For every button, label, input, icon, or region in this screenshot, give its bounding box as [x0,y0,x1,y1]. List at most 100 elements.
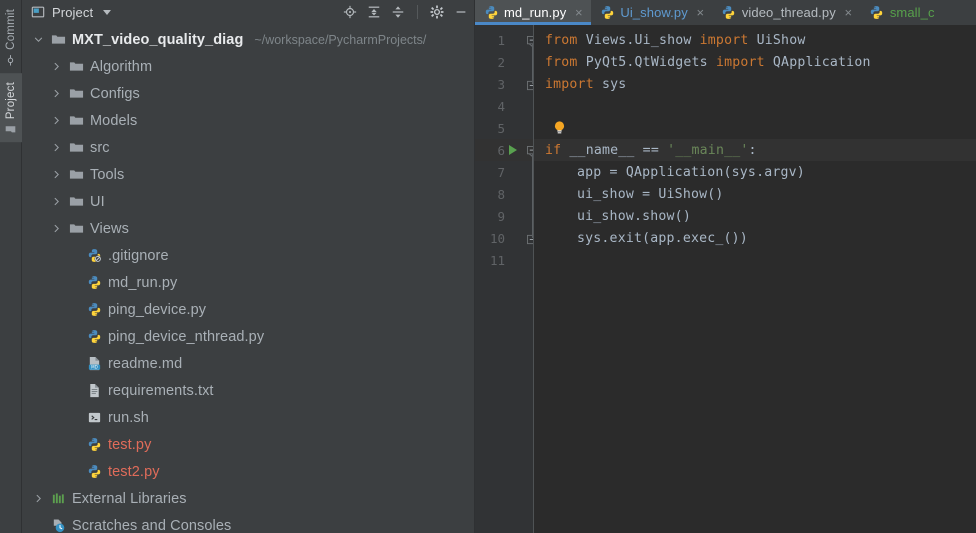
gutter-row[interactable]: 3 [475,73,538,95]
code-token: import [715,54,765,70]
run-line-icon[interactable] [509,145,517,155]
tree-row-external-libraries[interactable]: External Libraries [22,485,474,512]
gutter-row[interactable]: 9 [475,205,534,227]
code-line[interactable] [534,249,976,271]
hide-icon[interactable] [452,3,470,21]
settings-gear-icon[interactable] [428,3,446,21]
tree-row-tools[interactable]: Tools [22,161,474,188]
code-line[interactable]: from PyQt5.QtWidgets import QApplication [534,51,976,73]
gutter-row[interactable]: 10 [475,227,538,249]
rail-item-project[interactable]: Project [0,72,22,143]
select-opened-file-icon[interactable] [341,3,359,21]
chevron-right-icon[interactable] [50,88,62,100]
editor-tab-label: md_run.py [504,5,567,20]
gutter-row[interactable]: 8 [475,183,534,205]
folder-icon [68,167,84,183]
gutter-row[interactable]: 6 [475,139,538,161]
tree-row-models[interactable]: Models [22,107,474,134]
code-token: UiShow [748,32,806,48]
folder-icon [68,113,84,129]
code-token: PyQt5.QtWidgets [577,54,716,70]
code-line[interactable] [534,95,976,117]
code-line[interactable]: from Views.Ui_show import UiShow [534,29,976,51]
tree-row-label: ping_device.py [108,301,207,318]
editor-tab-md_run-py[interactable]: md_run.py × [475,0,592,25]
tree-row-label: Algorithm [90,58,153,75]
code-token: ui_show.show() [577,208,691,224]
code-line[interactable]: app = QApplication(sys.argv) [534,161,976,183]
chevron-down-icon[interactable] [103,9,112,15]
code-token: from [545,32,578,48]
code-line[interactable]: sys.exit(app.exec_()) [534,227,976,249]
code-line[interactable]: ui_show.show() [534,205,976,227]
tree-row-ui[interactable]: UI [22,188,474,215]
line-number: 11 [489,252,505,268]
gutter-row[interactable]: 5 [475,117,534,139]
chevron-down-icon[interactable] [32,34,44,46]
chevron-right-icon[interactable] [32,493,44,505]
close-icon[interactable]: × [695,6,706,19]
tree-row-gitignore[interactable]: .gitignore [22,242,474,269]
tree-row-run-sh[interactable]: run.sh [22,404,474,431]
code-line[interactable]: if __name__ == '__main__': [534,139,976,161]
gutter-row[interactable]: 4 [475,95,534,117]
code-editor[interactable]: 1 2 3 4 5 6 7 8 9 10 11 from Views.Ui_show import … [475,25,976,533]
chevron-right-icon[interactable] [50,196,62,208]
project-tree[interactable]: MXT_video_quality_diag ~/workspace/Pychar… [22,24,474,533]
close-icon[interactable]: × [573,6,584,19]
tree-row-test-py[interactable]: test.py [22,431,474,458]
chevron-right-icon[interactable] [50,169,62,181]
gutter-row[interactable]: 11 [475,249,534,271]
code-line[interactable]: ui_show = UiShow() [534,183,976,205]
collapse-all-icon[interactable] [389,3,407,21]
tree-row-configs[interactable]: Configs [22,80,474,107]
gutter-row[interactable]: 7 [475,161,534,183]
project-panel-title: Project [52,4,94,20]
fold-region-line [532,44,533,84]
editor-gutter[interactable]: 1 2 3 4 5 6 7 8 9 10 11 [475,25,538,533]
tree-row-label: Tools [90,166,125,183]
tree-row-src[interactable]: src [22,134,474,161]
project-panel-header: Project [22,0,474,24]
rail-item-commit[interactable]: Commit [0,0,22,73]
chevron-right-icon[interactable] [50,142,62,154]
tree-row-readme-md[interactable]: MD readme.md [22,350,474,377]
editor-tab-small_c[interactable]: small_c [861,0,942,25]
python-file-icon [721,5,737,21]
tree-row-mxt-video-quality-diag[interactable]: MXT_video_quality_diag ~/workspace/Pychar… [22,26,474,53]
code-line-text: ui_show.show() [577,209,691,224]
code-content[interactable]: from Views.Ui_show import UiShow from PyQ… [534,25,976,533]
tree-row-requirements-txt[interactable]: requirements.txt [22,377,474,404]
expand-all-icon[interactable] [365,3,383,21]
close-icon[interactable]: × [843,6,854,19]
toolbar-separator [417,5,418,19]
chevron-right-icon[interactable] [50,61,62,73]
tree-row-test2-py[interactable]: test2.py [22,458,474,485]
tree-row-views[interactable]: Views [22,215,474,242]
tree-row-scratches-and-consoles[interactable]: Scratches and Consoles [22,512,474,533]
editor-tab-bar[interactable]: md_run.py × Ui_show.py × video_thread.py × sma… [475,0,976,25]
tree-row-path: ~/workspace/PycharmProjects/ [254,32,427,47]
rail-item-commit-label: Commit [4,9,17,50]
tree-row-ping-device-py[interactable]: ping_device.py [22,296,474,323]
chevron-right-icon[interactable] [50,223,62,235]
chevron-right-icon[interactable] [50,115,62,127]
code-line-text: ui_show = UiShow() [577,187,724,202]
code-line[interactable] [534,117,976,139]
tree-row-ping-device-nthread-py[interactable]: ping_device_nthread.py [22,323,474,350]
editor-tab-video_thread-py[interactable]: video_thread.py × [713,0,861,25]
gutter-row[interactable]: 2 [475,51,534,73]
scratches-icon [50,518,66,533]
tree-row-label: Scratches and Consoles [72,517,232,533]
code-line[interactable]: import sys [534,73,976,95]
gutter-row[interactable]: 1 [475,29,538,51]
shell-file-icon [86,410,102,426]
tree-row-md-run-py[interactable]: md_run.py [22,269,474,296]
line-number: 2 [497,54,505,70]
editor-tab-Ui_show-py[interactable]: Ui_show.py × [591,0,712,25]
tree-row-label: Views [90,220,129,237]
intention-bulb-icon[interactable] [553,120,566,135]
folder-icon [68,221,84,237]
tree-row-algorithm[interactable]: Algorithm [22,53,474,80]
